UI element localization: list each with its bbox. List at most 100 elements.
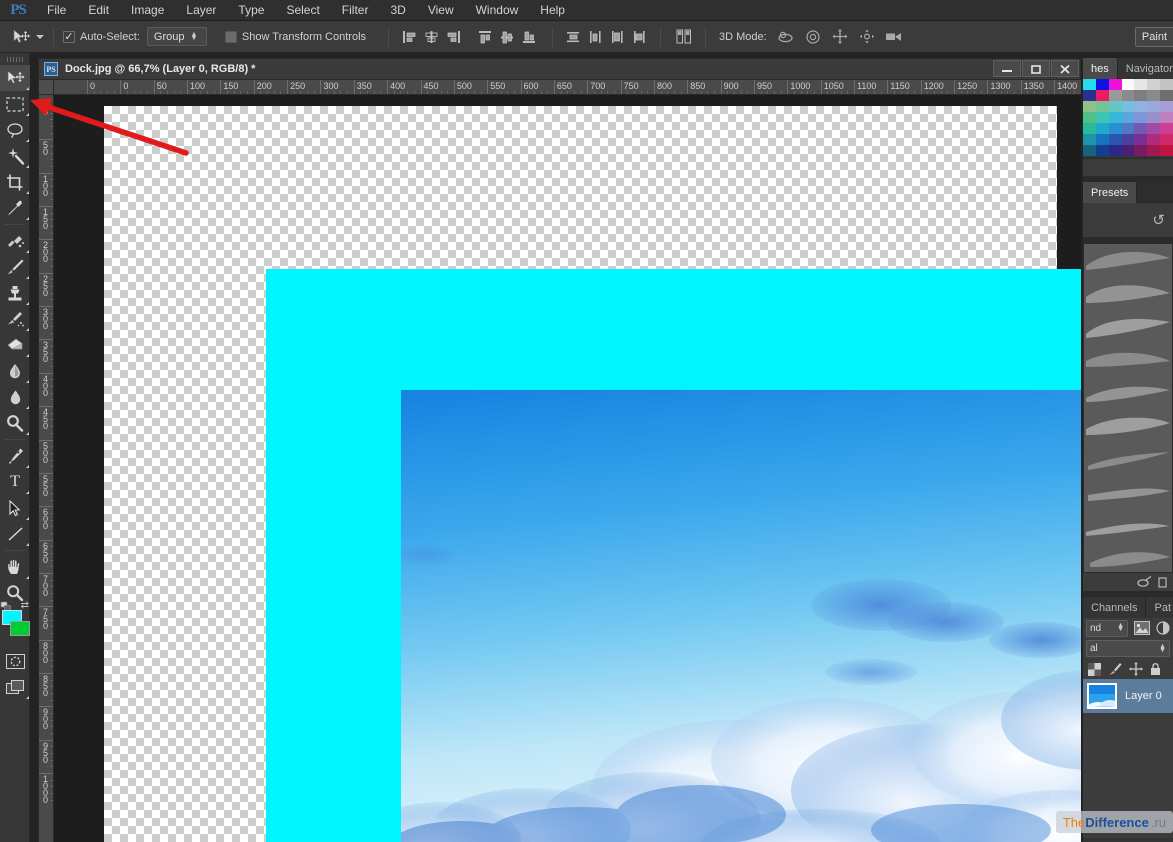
tab-paths[interactable]: Pat — [1146, 597, 1173, 618]
color-swatch[interactable] — [1121, 145, 1135, 156]
brush-presets-list[interactable] — [1083, 243, 1173, 573]
brush-preset-item[interactable] — [1084, 277, 1172, 310]
tab-navigator[interactable]: Navigator — [1117, 58, 1173, 79]
canvas-area[interactable] — [54, 95, 1081, 842]
color-swatch[interactable] — [1160, 101, 1173, 112]
tool-magic-wand-tool[interactable] — [0, 143, 30, 169]
tool-spot-healing-brush-tool[interactable] — [0, 228, 30, 254]
auto-align-layers-icon[interactable] — [674, 27, 694, 47]
brush-preset-item[interactable] — [1084, 310, 1172, 343]
tool-horizontal-type-tool[interactable]: T — [0, 469, 30, 495]
color-swatch[interactable] — [1095, 145, 1109, 156]
3d-rotate-icon[interactable] — [776, 27, 796, 47]
tool-clone-stamp-tool[interactable] — [0, 280, 30, 306]
quick-mask-mode-button[interactable] — [0, 648, 30, 674]
color-swatch[interactable] — [1095, 101, 1109, 112]
color-swatch[interactable] — [1095, 90, 1109, 101]
brush-preset-item[interactable] — [1084, 508, 1172, 541]
align-vertical-centers-icon[interactable] — [497, 27, 517, 47]
color-swatch[interactable] — [1095, 134, 1109, 145]
color-swatch[interactable] — [1121, 90, 1135, 101]
tool-eraser-tool[interactable] — [0, 332, 30, 358]
tool-crop-tool[interactable] — [0, 169, 30, 195]
lock-transparent-pixels-icon[interactable] — [1088, 662, 1101, 676]
blend-mode-spinner-icon[interactable]: ▲ ▼ — [1117, 622, 1124, 633]
color-swatch[interactable] — [1083, 90, 1096, 101]
color-swatch[interactable] — [1160, 145, 1173, 156]
auto-select-dropdown[interactable]: Group ▲ ▼ — [146, 27, 207, 46]
color-swatch[interactable] — [1160, 79, 1173, 90]
auto-select-spinner-icon[interactable]: ▲ ▼ — [191, 31, 198, 42]
ruler-corner[interactable] — [38, 79, 54, 95]
color-swatch[interactable] — [1108, 90, 1122, 101]
brush-preset-item[interactable] — [1084, 343, 1172, 376]
color-swatch[interactable] — [1160, 90, 1173, 101]
toolbar-drag-handle[interactable] — [0, 53, 29, 65]
color-swatch[interactable] — [1121, 134, 1135, 145]
color-swatch[interactable] — [1095, 79, 1109, 90]
color-swatch[interactable] — [1108, 79, 1122, 90]
color-swatch[interactable] — [1108, 145, 1122, 156]
document-title-bar[interactable]: PS Dock.jpg @ 66,7% (Layer 0, RGB/8) * — [38, 58, 1081, 79]
tool-path-selection-tool[interactable] — [0, 495, 30, 521]
layer-list-item[interactable]: Layer 0 — [1083, 679, 1173, 713]
move-tool-icon[interactable] — [8, 25, 34, 49]
brush-preset-item[interactable] — [1084, 442, 1172, 475]
color-swatch[interactable] — [1095, 112, 1109, 123]
menu-item-window[interactable]: Window — [465, 0, 530, 21]
distribute-top-edges-icon[interactable] — [563, 27, 583, 47]
tool-eyedropper-tool[interactable] — [0, 195, 30, 221]
color-swatch[interactable] — [1134, 101, 1148, 112]
screen-mode-button[interactable] — [0, 674, 30, 700]
tool-brush-tool[interactable] — [0, 254, 30, 280]
lock-image-pixels-icon[interactable] — [1108, 662, 1122, 676]
lock-all-icon[interactable] — [1150, 662, 1161, 676]
tool-gradient-tool[interactable] — [0, 358, 30, 384]
color-swatch[interactable] — [1134, 79, 1148, 90]
tool-pen-tool[interactable] — [0, 443, 30, 469]
show-transform-controls-control[interactable]: Show Transform Controls — [224, 30, 366, 43]
minimize-button[interactable] — [993, 60, 1021, 77]
color-swatch[interactable] — [1083, 134, 1096, 145]
tab-presets[interactable]: Presets — [1083, 182, 1138, 203]
menu-item-edit[interactable]: Edit — [77, 0, 120, 21]
align-right-edges-icon[interactable] — [443, 27, 463, 47]
color-swatch[interactable] — [1083, 79, 1096, 90]
align-bottom-edges-icon[interactable] — [519, 27, 539, 47]
color-swatch[interactable] — [1134, 134, 1148, 145]
3d-slide-icon[interactable] — [857, 27, 877, 47]
color-swatch[interactable] — [1160, 123, 1173, 134]
color-swatch[interactable] — [1147, 112, 1161, 123]
vertical-ruler[interactable]: 0 50 100 150 200 250 300 350 400 450 500 550 600 650 7… — [38, 95, 54, 842]
tab-swatches[interactable]: hes — [1083, 58, 1118, 79]
color-swatch[interactable] — [1160, 134, 1173, 145]
align-top-edges-icon[interactable] — [475, 27, 495, 47]
color-swatch[interactable] — [1121, 101, 1135, 112]
menu-item-select[interactable]: Select — [275, 0, 330, 21]
close-button[interactable] — [1051, 60, 1079, 77]
menu-item-help[interactable]: Help — [529, 0, 576, 21]
menu-item-view[interactable]: View — [417, 0, 465, 21]
color-swatch[interactable] — [1147, 123, 1161, 134]
tool-hand-tool[interactable] — [0, 554, 30, 580]
new-brush-preset-icon[interactable] — [1137, 576, 1152, 588]
tool-move-tool[interactable] — [0, 65, 30, 91]
color-swatch[interactable] — [1147, 134, 1161, 145]
color-swatch[interactable] — [1121, 123, 1135, 134]
distribute-vertical-centers-icon[interactable] — [585, 27, 605, 47]
tool-lasso-tool[interactable] — [0, 117, 30, 143]
3d-drag-icon[interactable] — [830, 27, 850, 47]
menu-item-layer[interactable]: Layer — [175, 0, 227, 21]
color-swatch[interactable] — [1108, 101, 1122, 112]
reset-presets-icon[interactable]: ↺ — [1152, 211, 1165, 229]
tool-history-brush-tool[interactable] — [0, 306, 30, 332]
brush-preset-item[interactable] — [1084, 244, 1172, 277]
color-swatch[interactable] — [1134, 145, 1148, 156]
delete-brush-preset-icon[interactable] — [1158, 576, 1167, 588]
color-swatch[interactable] — [1134, 123, 1148, 134]
brush-preset-item[interactable] — [1084, 541, 1172, 572]
color-swatch[interactable] — [1108, 112, 1122, 123]
tool-dodge-tool[interactable] — [0, 410, 30, 436]
color-swatch[interactable] — [1083, 123, 1096, 134]
brush-preset-item[interactable] — [1084, 475, 1172, 508]
